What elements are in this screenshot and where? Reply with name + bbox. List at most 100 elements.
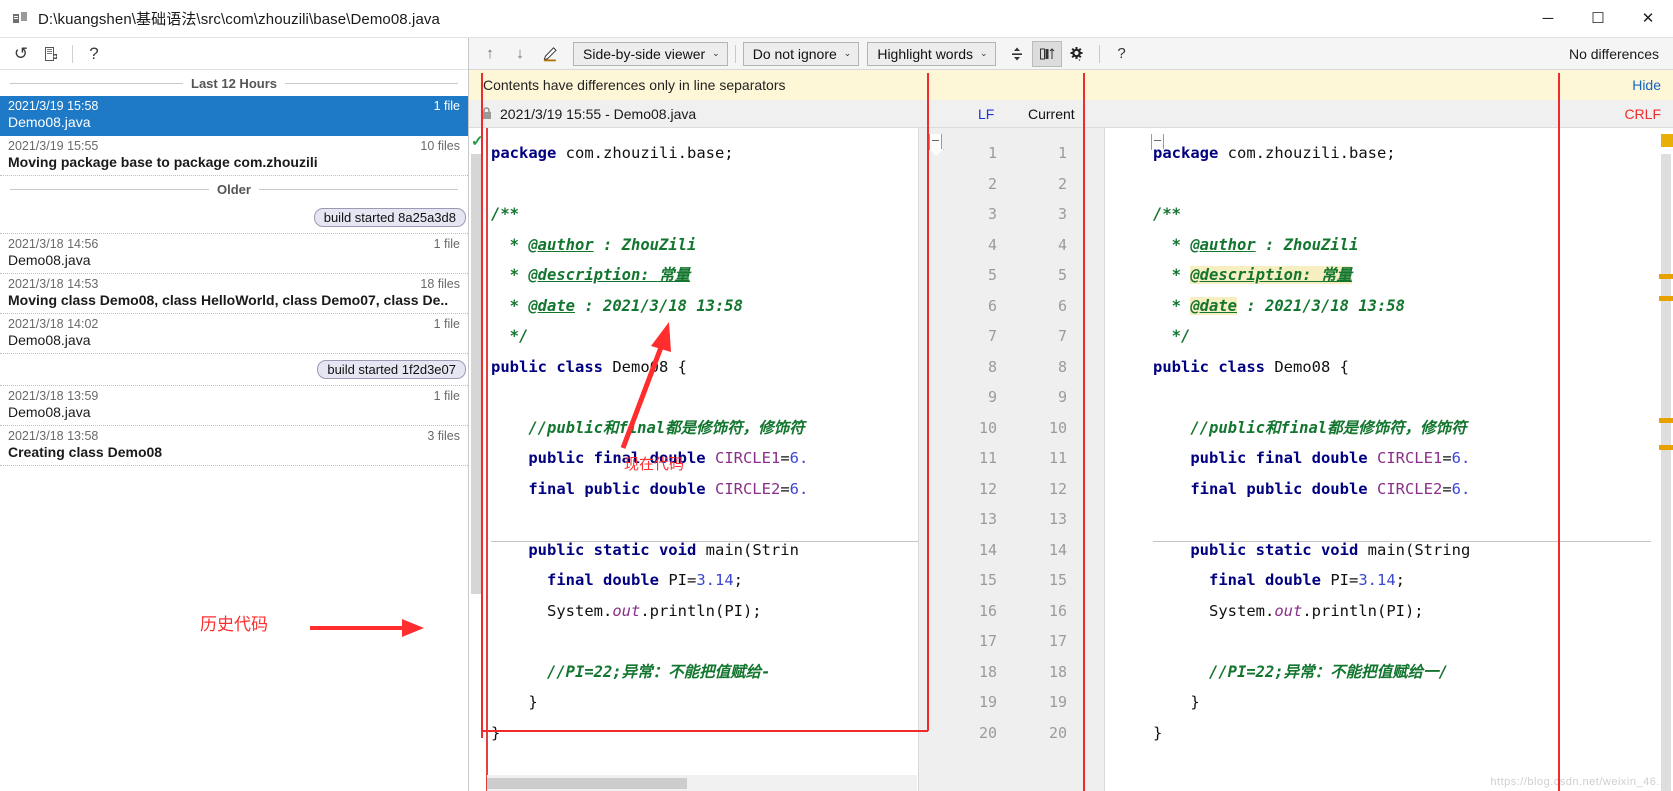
right-code-pane[interactable]: package com.zhouzili.base; /** * @author… — [1105, 128, 1673, 791]
diff-marker[interactable] — [1659, 445, 1673, 450]
revision-row[interactable]: 2021/3/18 14:02 1 file Demo08.java — [0, 314, 468, 354]
hide-notice-link[interactable]: Hide — [1632, 77, 1661, 93]
marker-track[interactable] — [1661, 154, 1671, 791]
toolbar-divider — [734, 44, 736, 63]
line-number: 6 — [1057, 296, 1067, 315]
line-number: 16 — [978, 601, 997, 620]
line-number: 9 — [987, 388, 997, 406]
revert-icon[interactable]: ↺ — [6, 41, 36, 67]
code-line: } — [528, 693, 538, 711]
next-difference-icon[interactable]: ↓ — [505, 41, 535, 67]
line-number: 16 — [1048, 601, 1067, 620]
build-marker-row[interactable]: build started 8a25a3d8 — [0, 202, 468, 234]
history-list[interactable]: Last 12 Hours 2021/3/19 15:58 1 file Demo08… — [0, 70, 468, 466]
line-number-gutter: 1 1 2 2 3 3 4 4 5 5 6 6 7 7 8 8 9 9 10 10 11 11 12 12 13 13 14 14 15… — [918, 128, 1105, 791]
current-code-annotation-arrow — [617, 320, 677, 453]
line-number: 15 — [978, 571, 997, 589]
viewer-mode-select[interactable]: Side-by-side viewer ⌄ — [573, 41, 728, 66]
help-icon[interactable]: ? — [1107, 41, 1137, 67]
revision-label: Demo08.java — [8, 114, 91, 130]
revision-label: Moving package base to package com.zhouz… — [8, 154, 318, 170]
hscroll-thumb[interactable] — [487, 778, 687, 789]
code-line: package com.zhouzili.base; — [1153, 144, 1396, 162]
minimize-button[interactable]: ─ — [1523, 0, 1573, 38]
highlight-mode-select[interactable]: Highlight words ⌄ — [867, 41, 996, 66]
revision-row[interactable]: 2021/3/18 14:53 18 files Moving class Demo… — [0, 274, 468, 314]
build-marker-row[interactable]: build started 1f2d3e07 — [0, 354, 468, 386]
code-line: */ — [491, 327, 529, 345]
code-line: } — [491, 723, 501, 742]
annotation-frame-left-right — [927, 73, 929, 731]
code-line: System.out.println(PI); — [547, 601, 762, 620]
diff-status-label: No differences — [1568, 45, 1659, 62]
line-number: 18 — [1048, 662, 1067, 681]
right-code-text: package com.zhouzili.base; /** * @author… — [1153, 128, 1651, 791]
revision-row[interactable]: 2021/3/18 13:59 1 file Demo08.java — [0, 386, 468, 426]
diff-marker[interactable] — [1659, 274, 1673, 279]
line-number: 11 — [1048, 449, 1067, 467]
window-controls: ─ ☐ ✕ — [1523, 0, 1673, 38]
diff-viewer: ↑ ↓ Side-by-side viewer ⌄ Do not ignore … — [469, 38, 1673, 791]
annotation-frame-left — [481, 73, 483, 738]
code-line: } — [1153, 723, 1163, 742]
diff-panes: ✓ package com.zhouzili.base; /** * @auth… — [469, 128, 1673, 791]
diff-marker-bar[interactable] — [1659, 128, 1673, 791]
gear-icon[interactable] — [1062, 41, 1092, 67]
line-number: 5 — [1057, 266, 1067, 284]
build-badge[interactable]: build started 8a25a3d8 — [313, 208, 466, 227]
diff-marker[interactable] — [1659, 296, 1673, 301]
collapse-unchanged-icon[interactable] — [1002, 41, 1032, 67]
code-line: public static void main(Strin — [528, 540, 799, 559]
window-titlebar: D:\kuangshen\基础语法\src\com\zhouzili\base\… — [0, 0, 1673, 38]
line-number: 11 — [978, 449, 997, 467]
line-number: 3 — [1057, 205, 1067, 223]
history-group-header: Last 12 Hours — [0, 70, 468, 96]
line-number: 1 — [987, 144, 997, 162]
code-line: //PI=22;异常：不能把值赋给- — [547, 662, 771, 681]
revision-time: 2021/3/18 14:02 — [8, 317, 99, 331]
line-number: 6 — [987, 296, 997, 315]
code-line: * @description: 常量 — [1153, 266, 1352, 284]
revision-row[interactable]: 2021/3/19 15:58 1 file Demo08.java — [0, 96, 468, 136]
annotation-frame-mid — [1083, 73, 1085, 791]
history-toolbar: ↺ ? — [0, 38, 468, 70]
revision-label: Demo08.java — [8, 404, 91, 420]
revision-time: 2021/3/18 13:59 — [8, 389, 99, 403]
line-number: 19 — [1048, 693, 1067, 711]
revision-file-count: 1 file — [433, 237, 460, 251]
code-line: * @date : 2021/3/18 13:58 — [1153, 296, 1405, 315]
diff-toolbar: ↑ ↓ Side-by-side viewer ⌄ Do not ignore … — [469, 38, 1673, 70]
revision-row[interactable]: 2021/3/18 14:56 1 file Demo08.java — [0, 234, 468, 274]
chevron-down-icon: ⌄ — [980, 48, 988, 58]
code-line: package com.zhouzili.base; — [491, 144, 734, 162]
fold-marker-left[interactable] — [929, 134, 942, 150]
ignore-mode-select[interactable]: Do not ignore ⌄ — [742, 41, 860, 66]
save-icon[interactable] — [36, 41, 66, 67]
build-badge[interactable]: build started 1f2d3e07 — [317, 360, 466, 379]
line-number: 17 — [1048, 632, 1067, 650]
pencil-icon[interactable] — [535, 41, 565, 67]
column-diff-icon[interactable] — [1031, 40, 1062, 67]
help-icon[interactable]: ? — [79, 41, 109, 67]
left-code-pane[interactable]: ✓ package com.zhouzili.base; /** * @auth… — [469, 128, 918, 791]
revision-row[interactable]: 2021/3/18 13:58 3 files Creating class Dem… — [0, 426, 468, 466]
revision-time: 2021/3/18 13:58 — [8, 429, 99, 443]
code-block-separator — [491, 540, 918, 542]
code-line: /** — [491, 205, 519, 223]
revision-row[interactable]: 2021/3/19 15:55 10 files Moving package ba… — [0, 136, 468, 176]
previous-difference-icon[interactable]: ↑ — [475, 41, 505, 67]
left-pane-hscrollbar[interactable] — [487, 775, 917, 791]
maximize-button[interactable]: ☐ — [1573, 0, 1623, 38]
toolbar-divider — [1098, 44, 1100, 63]
history-group-header: Older — [0, 176, 468, 202]
diff-marker[interactable] — [1659, 418, 1673, 423]
history-group-label: Last 12 Hours — [191, 75, 277, 91]
marker-top — [1661, 134, 1673, 147]
history-annotation-arrow — [310, 616, 425, 643]
line-number: 2 — [1057, 174, 1067, 193]
code-block-separator — [1153, 540, 1651, 542]
close-button[interactable]: ✕ — [1623, 0, 1673, 38]
